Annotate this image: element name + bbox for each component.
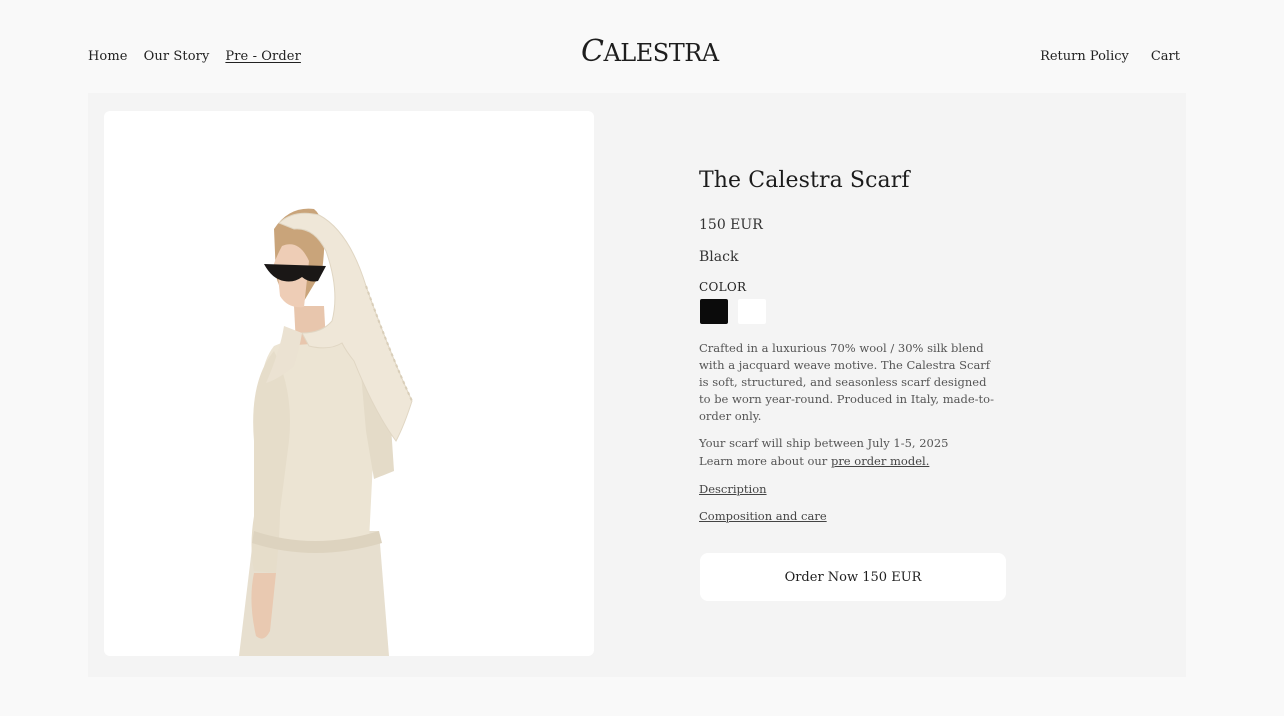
product-info: The Calestra Scarf 150 EUR Black COLOR C…: [699, 168, 1009, 523]
utility-nav: Return Policy Cart: [1040, 49, 1180, 64]
swatch-black[interactable]: [700, 299, 728, 324]
nav-return-policy-link[interactable]: Return Policy: [1040, 49, 1129, 64]
page: Home Our Story Pre - Order CALESTRA Retu…: [0, 0, 1284, 716]
order-now-button[interactable]: Order Now 150 EUR: [700, 553, 1006, 601]
shipping-info: Your scarf will ship between July 1-5, 2…: [699, 434, 1009, 470]
brand-logo[interactable]: CALESTRA: [581, 34, 719, 69]
nav-our-story-link[interactable]: Our Story: [144, 49, 210, 64]
pre-order-model-link[interactable]: pre order model.: [831, 454, 929, 468]
composition-care-link[interactable]: Composition and care: [699, 509, 827, 523]
learn-more-prefix: Learn more about our: [699, 454, 831, 468]
selected-color-name: Black: [699, 249, 739, 265]
nav-pre-order-link[interactable]: Pre - Order: [225, 49, 301, 64]
color-swatches: [700, 299, 766, 324]
ship-date-text: Your scarf will ship between July 1-5, 2…: [699, 436, 949, 450]
product-image-card: [104, 111, 594, 656]
nav-home-link[interactable]: Home: [88, 49, 128, 64]
logo-initial: C: [581, 34, 604, 69]
description-link[interactable]: Description: [699, 482, 767, 496]
product-title: The Calestra Scarf: [699, 168, 910, 193]
product-description: Crafted in a luxurious 70% wool / 30% si…: [699, 341, 994, 423]
swatch-white[interactable]: [738, 299, 766, 324]
learn-more-line: Learn more about our pre order model.: [699, 452, 1009, 470]
color-label: COLOR: [699, 280, 747, 294]
main-nav: Home Our Story Pre - Order: [88, 49, 301, 64]
nav-cart-link[interactable]: Cart: [1151, 49, 1180, 64]
product-image: [239, 208, 413, 656]
product-price: 150 EUR: [699, 217, 763, 233]
logo-text: ALESTRA: [603, 39, 719, 67]
